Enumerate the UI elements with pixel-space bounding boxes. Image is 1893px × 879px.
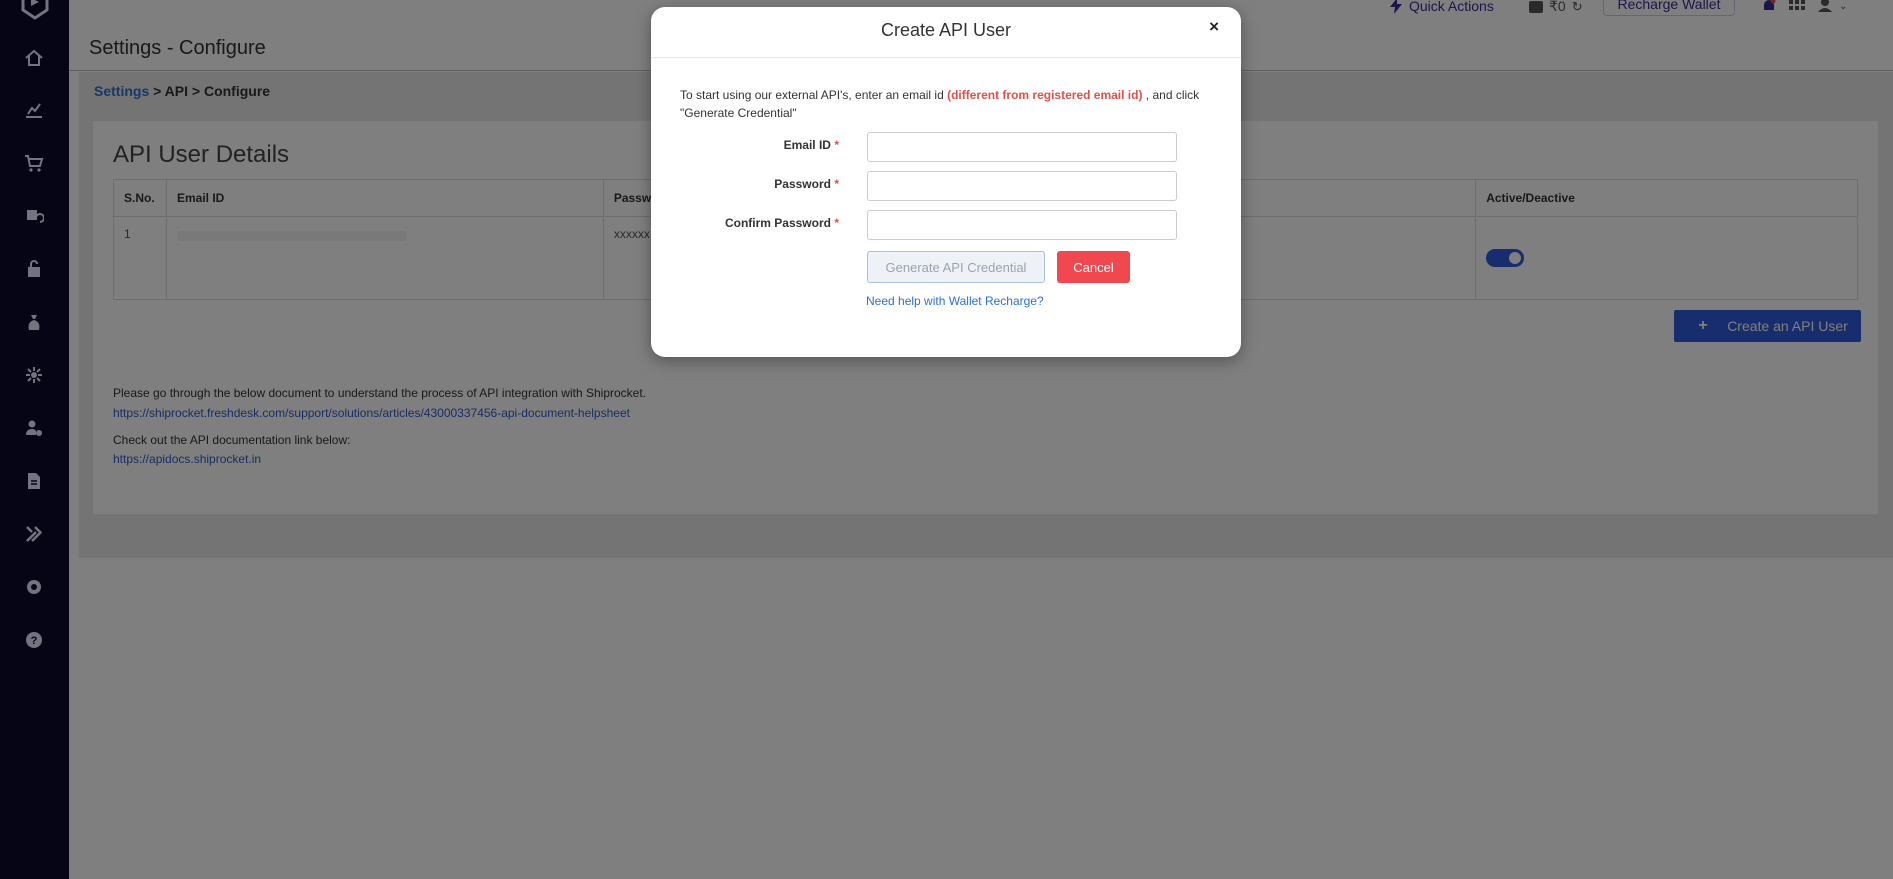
required-mark: *	[834, 177, 839, 191]
password-field[interactable]	[867, 171, 1177, 201]
modal-header: Create API User ×	[651, 7, 1241, 58]
intro-warning: (different from registered email id)	[947, 88, 1143, 102]
create-api-user-modal: Create API User × To start using our ext…	[651, 7, 1241, 357]
intro-text-part1: To start using our external API's, enter…	[680, 88, 948, 102]
generate-credential-button[interactable]: Generate API Credential	[867, 251, 1045, 283]
confirm-password-label-text: Confirm Password	[724, 216, 831, 230]
wallet-recharge-help-link[interactable]: Need help with Wallet Recharge?	[866, 294, 1044, 308]
cancel-button[interactable]: Cancel	[1057, 251, 1130, 283]
required-mark: *	[834, 138, 839, 152]
required-mark: *	[834, 216, 839, 230]
password-label-text: Password	[774, 177, 831, 191]
confirm-password-field[interactable]	[867, 210, 1177, 240]
email-label-text: Email ID	[783, 138, 831, 152]
confirm-password-label: Confirm Password *	[725, 216, 839, 230]
modal-title: Create API User	[880, 20, 1012, 40]
password-label: Password *	[774, 177, 839, 191]
close-icon[interactable]: ×	[1209, 17, 1219, 37]
email-field[interactable]	[867, 132, 1177, 162]
modal-intro-text: To start using our external API's, enter…	[680, 86, 1210, 122]
email-label: Email ID *	[784, 138, 839, 152]
